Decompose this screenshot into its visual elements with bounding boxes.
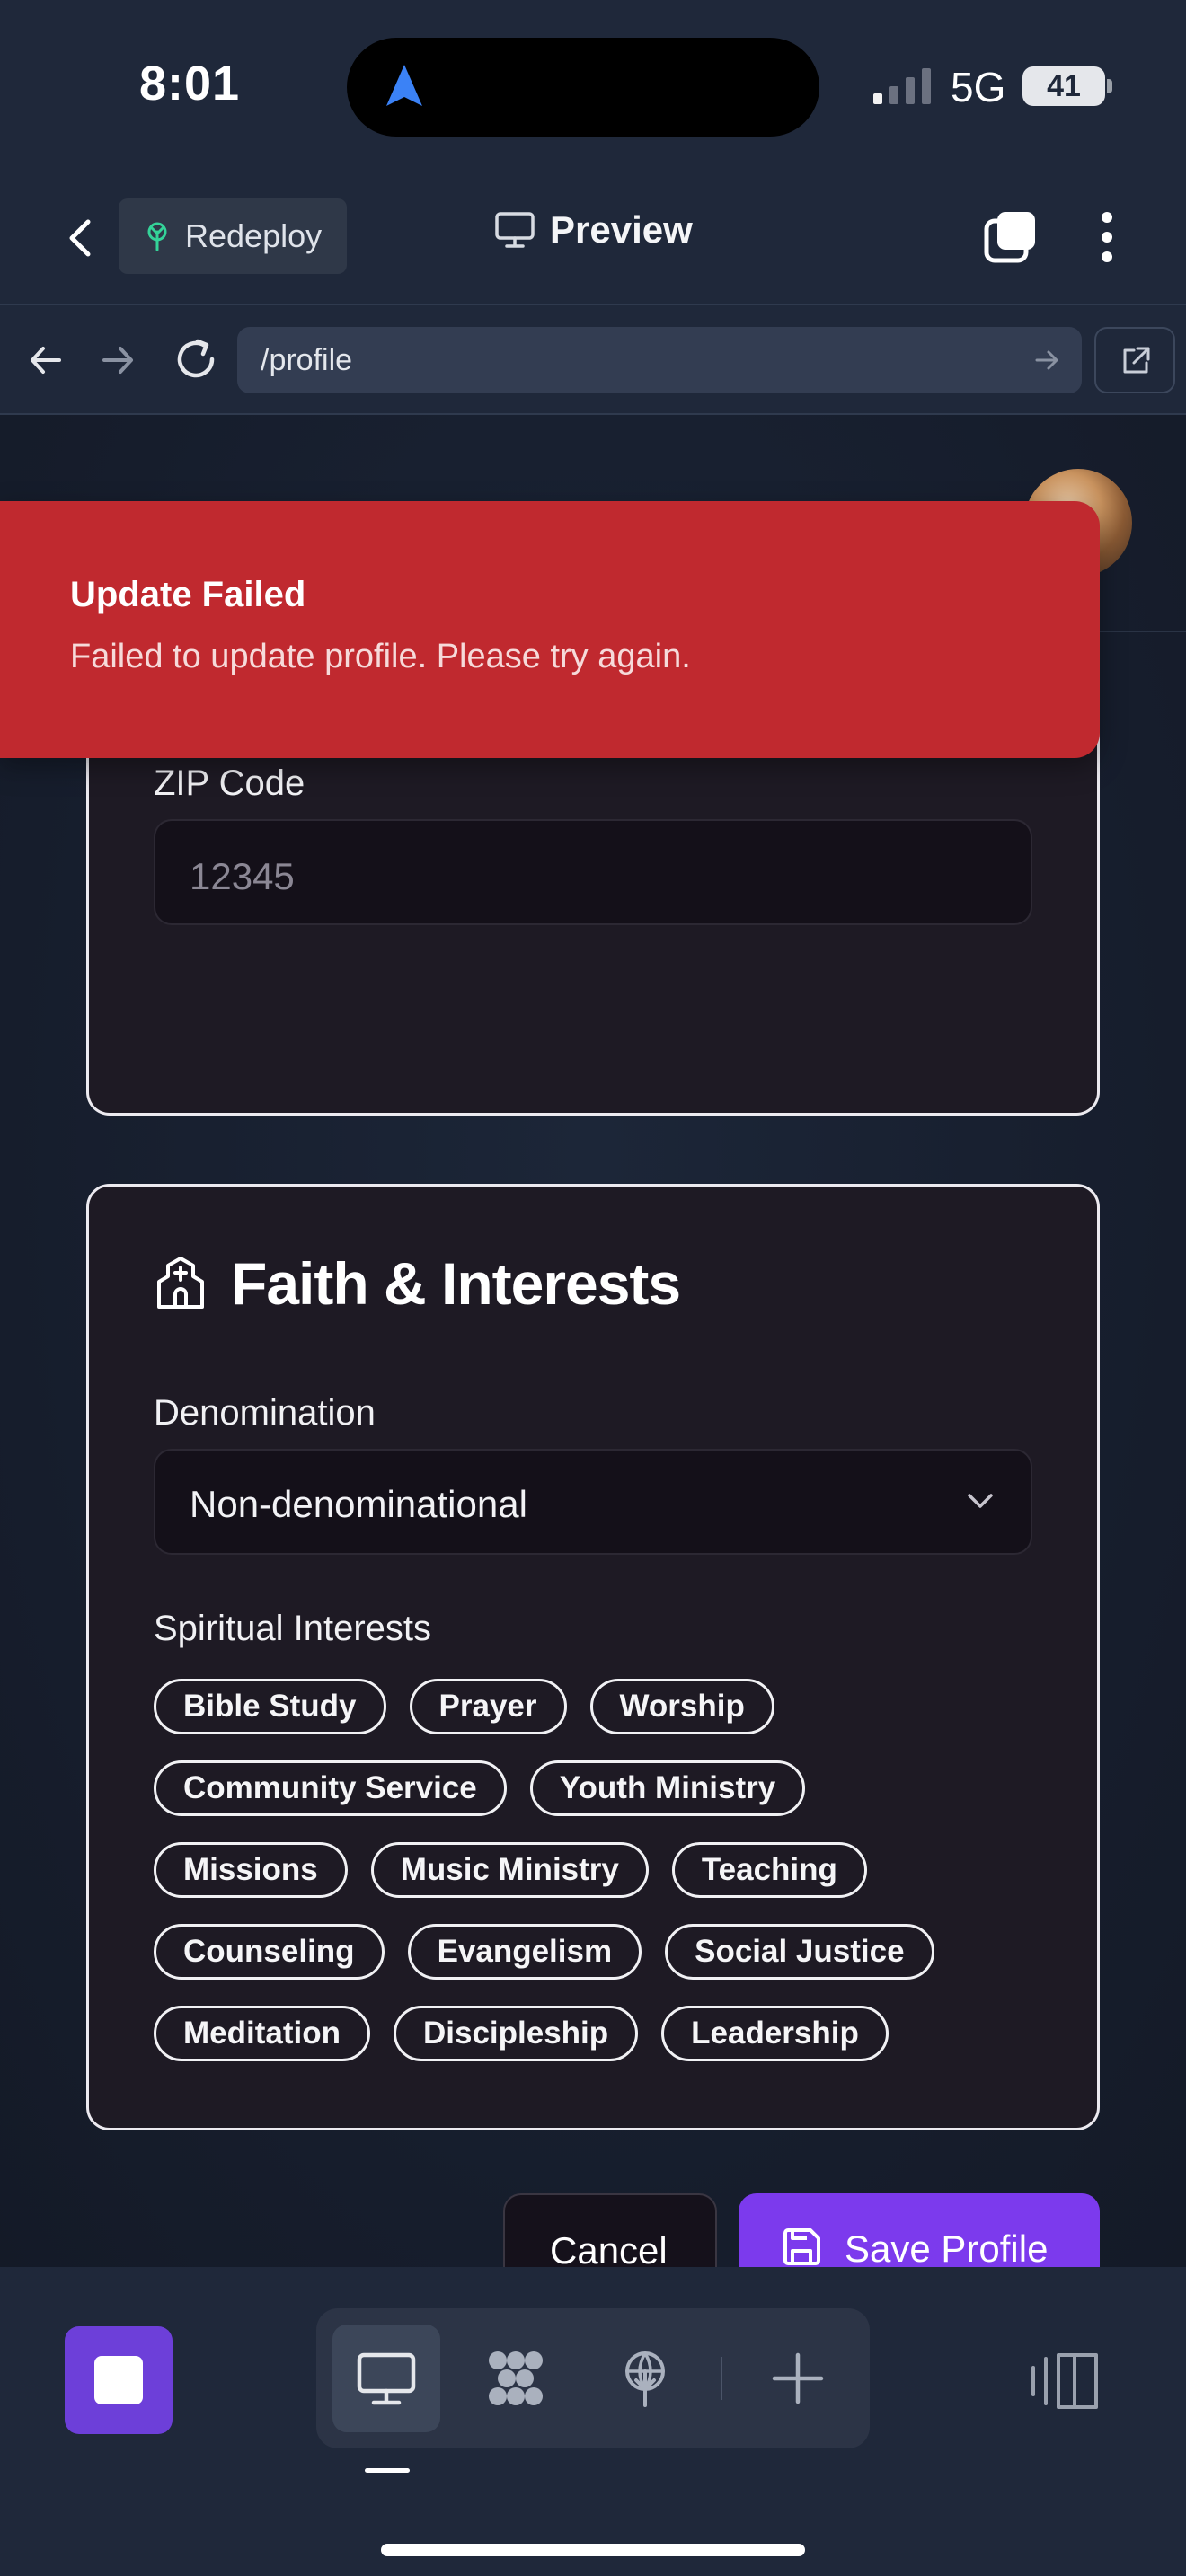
agents-tab[interactable] (462, 2325, 570, 2432)
chip-youth-ministry[interactable]: Youth Ministry (529, 1760, 806, 1816)
denomination-select[interactable]: Non-denominational (154, 1449, 1032, 1555)
zip-placeholder: 12345 (190, 855, 295, 897)
preview-title: Preview (494, 208, 693, 251)
home-indicator (381, 2544, 805, 2556)
url-row: /profile (0, 305, 1186, 415)
signal-icon (873, 68, 931, 104)
zip-label: ZIP Code (154, 763, 305, 803)
network-type: 5G (951, 64, 1006, 110)
chip-row: Missions Music Ministry Teaching (154, 1842, 1034, 1898)
sprout-icon (147, 222, 167, 251)
section-title: Faith & Interests (231, 1250, 681, 1317)
arrow-left-icon[interactable] (23, 338, 68, 383)
church-icon (157, 1257, 204, 1309)
back-icon[interactable] (54, 211, 108, 265)
dots-grid-icon (489, 2351, 543, 2405)
external-link-icon (1123, 347, 1150, 374)
status-time: 8:01 (139, 57, 241, 110)
chip-community-service[interactable]: Community Service (154, 1760, 507, 1816)
save-icon (783, 2228, 820, 2265)
denomination-label: Denomination (154, 1393, 376, 1433)
app-bar: Redeploy Preview (0, 171, 1186, 305)
save-profile-button[interactable]: Save Profile (739, 2193, 1100, 2267)
url-input[interactable]: /profile (237, 327, 1082, 393)
active-tab-indicator (365, 2468, 410, 2473)
save-label: Save Profile (845, 2228, 1049, 2267)
toast-title: Update Failed (70, 575, 306, 614)
arrow-right-icon[interactable] (95, 338, 140, 383)
cancel-button[interactable]: Cancel (503, 2193, 717, 2267)
url-text: /profile (261, 343, 353, 377)
chip-meditation[interactable]: Meditation (154, 2006, 370, 2061)
view-switcher (316, 2308, 870, 2448)
redeploy-label: Redeploy (185, 217, 323, 254)
status-bar: 8:01 5G 41 (0, 0, 1186, 171)
bottom-toolbar (0, 2267, 1186, 2576)
stop-icon (94, 2356, 143, 2404)
faith-interests-card: Faith & Interests Denomination Non-denom… (86, 1184, 1100, 2130)
chip-music-ministry[interactable]: Music Ministry (370, 1842, 649, 1898)
chip-discipleship[interactable]: Discipleship (393, 2006, 639, 2061)
monitor-icon (357, 2352, 416, 2405)
zip-field[interactable]: 12345 (154, 819, 1032, 925)
chip-leadership[interactable]: Leadership (661, 2006, 889, 2061)
chip-teaching[interactable]: Teaching (671, 1842, 867, 1898)
panel-toggle-icon[interactable] (1030, 2350, 1102, 2413)
error-toast[interactable]: Update Failed Failed to update profile. … (0, 501, 1100, 758)
chevron-down-icon (968, 1494, 993, 1508)
chip-counseling[interactable]: Counseling (154, 1924, 385, 1980)
open-external-button[interactable] (1094, 327, 1175, 393)
chip-bible-study[interactable]: Bible Study (154, 1679, 386, 1734)
interests-chips: Bible Study Prayer Worship Community Ser… (154, 1679, 1034, 2087)
monitor-icon (495, 212, 535, 248)
chip-worship[interactable]: Worship (589, 1679, 774, 1734)
chip-row: Counseling Evangelism Social Justice (154, 1924, 1034, 1980)
more-vertical-icon[interactable] (1085, 208, 1128, 266)
cancel-label: Cancel (550, 2229, 668, 2267)
preview-label: Preview (550, 208, 693, 251)
deploy-tab[interactable] (591, 2325, 699, 2432)
chip-prayer[interactable]: Prayer (409, 1679, 567, 1734)
denomination-value: Non-denominational (190, 1483, 527, 1525)
add-tab-button[interactable] (744, 2325, 852, 2432)
go-arrow-icon[interactable] (1031, 345, 1062, 375)
chip-evangelism[interactable]: Evangelism (407, 1924, 642, 1980)
globe-tree-icon (625, 2351, 665, 2407)
plus-icon (772, 2352, 824, 2404)
chip-missions[interactable]: Missions (154, 1842, 348, 1898)
navigation-arrow-icon (386, 65, 422, 106)
chip-row: Bible Study Prayer Worship (154, 1679, 1034, 1734)
chip-row: Community Service Youth Ministry (154, 1760, 1034, 1816)
chip-row: Meditation Discipleship Leadership (154, 2006, 1034, 2061)
reload-icon[interactable] (171, 334, 221, 384)
stop-button[interactable] (65, 2326, 173, 2434)
toast-message: Failed to update profile. Please try aga… (70, 638, 691, 675)
battery-nub (1107, 79, 1112, 93)
interests-label: Spiritual Interests (154, 1609, 432, 1648)
redeploy-button[interactable]: Redeploy (119, 198, 347, 274)
chip-social-justice[interactable]: Social Justice (665, 1924, 934, 1980)
dynamic-island (347, 38, 819, 137)
segment-divider (721, 2357, 722, 2400)
battery-level: 41 (1022, 66, 1105, 106)
tabs-icon[interactable] (981, 208, 1039, 266)
preview-tab[interactable] (332, 2325, 440, 2432)
